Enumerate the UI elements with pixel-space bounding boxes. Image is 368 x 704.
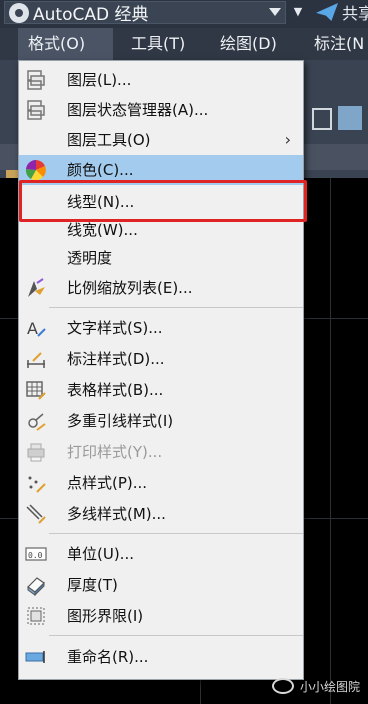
menu-item-label: 表格样式(B)...	[67, 381, 164, 399]
table-style-icon	[26, 381, 46, 400]
menu-item-thickness[interactable]: 厚度(T)	[19, 570, 303, 600]
gear-icon	[9, 2, 29, 23]
menu-item-multileader-style[interactable]: 多重引线样式(I)	[19, 406, 303, 436]
dim-style-icon	[27, 352, 45, 368]
chevron-down-icon	[269, 8, 281, 16]
menu-dimension[interactable]: 标注(N	[304, 28, 368, 60]
menu-item-drawing-limits[interactable]: 图形界限(I)	[19, 601, 303, 631]
toolbar-icon[interactable]	[312, 108, 332, 130]
format-menu-dropdown: 图层(L)... 图层状态管理器(A)... 图层工具(O) › 颜色(C)..…	[18, 60, 304, 680]
menu-item-label: 重命名(R)...	[67, 648, 149, 666]
menu-item-multiline-style[interactable]: 多线样式(M)...	[19, 499, 303, 529]
limits-icon	[27, 607, 45, 625]
menu-item-label: 图层(L)...	[67, 71, 132, 89]
rename-icon	[25, 651, 45, 663]
menu-item-label: 图形界限(I)	[67, 607, 144, 625]
scale-list-icon	[28, 278, 45, 297]
menu-tools[interactable]: 工具(T)	[121, 28, 195, 60]
thickness-icon	[27, 577, 45, 596]
menu-item-label: 多重引线样式(I)	[67, 412, 174, 430]
menu-item-transparency[interactable]: 透明度	[19, 243, 303, 273]
title-bar: AutoCAD 经典 ▼ 共享	[0, 0, 368, 28]
menu-item-layer-state-manager[interactable]: 图层状态管理器(A)...	[19, 95, 303, 125]
svg-text:A: A	[27, 319, 38, 338]
menu-item-label: 标注样式(D)...	[67, 350, 165, 368]
menu-item-plot-style: 打印样式(Y)...	[19, 437, 303, 467]
menu-item-label: 图层状态管理器(A)...	[67, 101, 209, 119]
menu-item-dimension-style[interactable]: 标注样式(D)...	[19, 344, 303, 374]
menu-item-label: 图层工具(O)	[67, 131, 151, 149]
workspace-switcher[interactable]: AutoCAD 经典	[4, 1, 286, 25]
menu-format[interactable]: 格式(O)	[18, 28, 113, 60]
svg-text:0.0: 0.0	[28, 551, 43, 560]
menu-item-layer[interactable]: 图层(L)...	[19, 65, 303, 95]
menu-item-label: 厚度(T)	[67, 576, 118, 594]
menu-item-label: 点样式(P)...	[67, 474, 148, 492]
menu-item-scale-list[interactable]: 比例缩放列表(E)...	[19, 273, 303, 303]
menu-item-label: 单位(U)...	[67, 545, 134, 563]
quick-access-menu-icon[interactable]: ▼	[292, 3, 304, 21]
send-icon	[316, 3, 338, 21]
point-style-icon	[28, 476, 46, 493]
watermark: 小小绘图院	[272, 674, 360, 698]
menu-separator	[49, 635, 303, 636]
annotation-highlight-box	[19, 180, 307, 222]
watermark-label: 小小绘图院	[300, 679, 361, 694]
mleader-style-icon	[28, 413, 46, 431]
menu-item-point-style[interactable]: 点样式(P)...	[19, 468, 303, 498]
menu-draw[interactable]: 绘图(D)	[210, 28, 287, 60]
submenu-arrow-icon: ›	[284, 130, 291, 149]
menu-item-label: 比例缩放列表(E)...	[67, 279, 193, 297]
menu-item-text-style[interactable]: A 文字样式(S)...	[19, 313, 303, 343]
menu-item-label: 打印样式(Y)...	[67, 443, 163, 461]
color-wheel-icon	[25, 159, 46, 181]
workspace-label: AutoCAD 经典	[33, 5, 149, 25]
menu-item-layer-tools[interactable]: 图层工具(O) ›	[19, 125, 303, 155]
text-style-icon: A	[27, 319, 46, 338]
menu-item-units[interactable]: 0.0 单位(U)...	[19, 539, 303, 569]
menu-item-label: 文字样式(S)...	[67, 319, 163, 337]
menu-separator	[49, 533, 303, 534]
units-icon: 0.0	[25, 547, 47, 561]
plot-style-icon	[27, 443, 45, 462]
mline-style-icon	[26, 504, 46, 524]
layer-state-icon	[27, 100, 45, 120]
menu-item-label: 多线样式(M)...	[67, 505, 166, 523]
toolbar-icon[interactable]	[338, 106, 362, 130]
layer-icon	[27, 70, 45, 90]
menu-bar: 格式(O) 工具(T) 绘图(D) 标注(N	[0, 28, 368, 60]
menu-item-label: 透明度	[67, 249, 113, 267]
share-label: 共享	[342, 4, 368, 23]
share-button[interactable]: 共享	[316, 0, 368, 24]
menu-item-table-style[interactable]: 表格样式(B)...	[19, 375, 303, 405]
menu-item-rename[interactable]: 重命名(R)...	[19, 642, 303, 672]
wechat-icon	[272, 678, 294, 694]
menu-separator	[49, 307, 303, 308]
